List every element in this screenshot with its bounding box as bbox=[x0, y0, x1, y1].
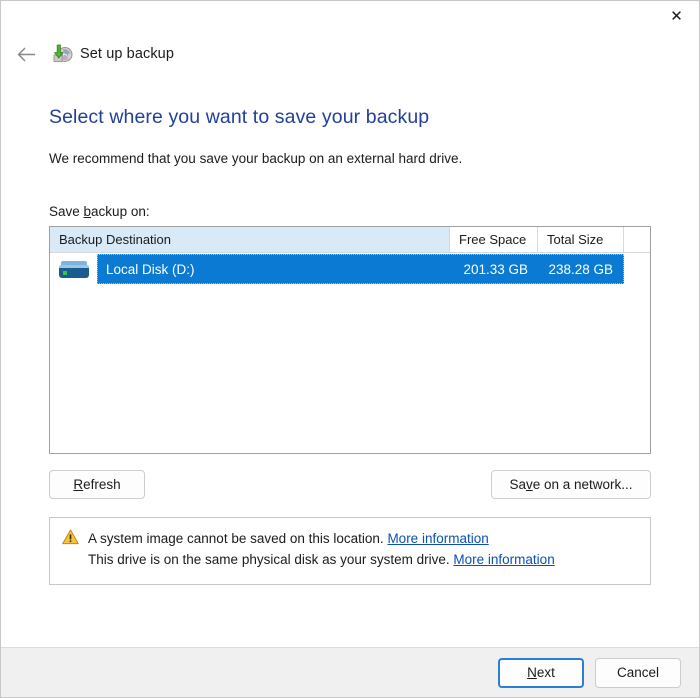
next-post: ext bbox=[537, 665, 555, 680]
save-backup-on-label: Save backup on: bbox=[49, 166, 651, 226]
warning-line-2-text: This drive is on the same physical disk … bbox=[88, 552, 450, 567]
column-header-destination[interactable]: Backup Destination bbox=[50, 227, 450, 252]
table-row[interactable]: Local Disk (D:) 201.33 GB 238.28 GB bbox=[50, 253, 650, 285]
cell-free-space: 201.33 GB bbox=[450, 262, 538, 277]
hard-drive-icon bbox=[50, 261, 97, 278]
backup-destination-list[interactable]: Backup Destination Free Space Total Size bbox=[49, 226, 651, 454]
network-post: e on a network... bbox=[533, 477, 633, 492]
label-pre: Save bbox=[49, 204, 84, 219]
dialog-footer: Next Cancel bbox=[1, 647, 699, 697]
refresh-post: efresh bbox=[83, 477, 121, 492]
backup-icon bbox=[51, 43, 73, 65]
back-arrow-icon[interactable] bbox=[9, 40, 43, 68]
more-information-link-2[interactable]: More information bbox=[453, 552, 554, 567]
warning-panel: A system image cannot be saved on this l… bbox=[49, 517, 651, 585]
next-accesskey: N bbox=[527, 665, 537, 680]
content-area: Select where you want to save your backu… bbox=[1, 70, 699, 647]
refresh-button[interactable]: Refresh bbox=[49, 470, 145, 499]
warning-line-2: This drive is on the same physical disk … bbox=[88, 549, 639, 570]
title-bar: ✕ bbox=[1, 1, 699, 34]
column-header-total-size-label: Total Size bbox=[547, 232, 603, 247]
warning-line-1-text: A system image cannot be saved on this l… bbox=[88, 531, 384, 546]
list-actions-row: Refresh Save on a network... bbox=[49, 454, 651, 499]
column-header-filler bbox=[624, 227, 650, 252]
warning-line-1: A system image cannot be saved on this l… bbox=[88, 528, 639, 549]
label-accesskey: b bbox=[84, 204, 92, 219]
more-information-link-1[interactable]: More information bbox=[387, 531, 488, 546]
page-title: Select where you want to save your backu… bbox=[49, 70, 651, 129]
cell-destination: Local Disk (D:) bbox=[97, 262, 450, 277]
app-title: Set up backup bbox=[80, 46, 174, 62]
column-header-destination-label: Backup Destination bbox=[59, 232, 171, 247]
setup-backup-window: ✕ Set up backup Select where you want to… bbox=[0, 0, 700, 698]
next-button[interactable]: Next bbox=[498, 658, 584, 688]
page-subtitle: We recommend that you save your backup o… bbox=[49, 129, 651, 166]
navigation-row: Set up backup bbox=[1, 38, 699, 70]
label-post: ackup on: bbox=[91, 204, 150, 219]
column-header-free-space[interactable]: Free Space bbox=[450, 227, 538, 252]
table-row-selected[interactable]: Local Disk (D:) 201.33 GB 238.28 GB bbox=[97, 254, 624, 284]
network-accesskey: v bbox=[526, 477, 533, 492]
column-header-total-size[interactable]: Total Size bbox=[538, 227, 624, 252]
cancel-button[interactable]: Cancel bbox=[595, 658, 681, 688]
close-icon[interactable]: ✕ bbox=[654, 1, 699, 32]
cell-total-size: 238.28 GB bbox=[538, 262, 624, 277]
warning-triangle-icon bbox=[62, 528, 88, 584]
network-pre: Sa bbox=[509, 477, 526, 492]
warning-messages: A system image cannot be saved on this l… bbox=[88, 528, 639, 584]
list-header-row: Backup Destination Free Space Total Size bbox=[50, 227, 650, 253]
refresh-accesskey: R bbox=[73, 477, 83, 492]
column-header-free-space-label: Free Space bbox=[459, 232, 526, 247]
save-on-network-button[interactable]: Save on a network... bbox=[491, 470, 651, 499]
